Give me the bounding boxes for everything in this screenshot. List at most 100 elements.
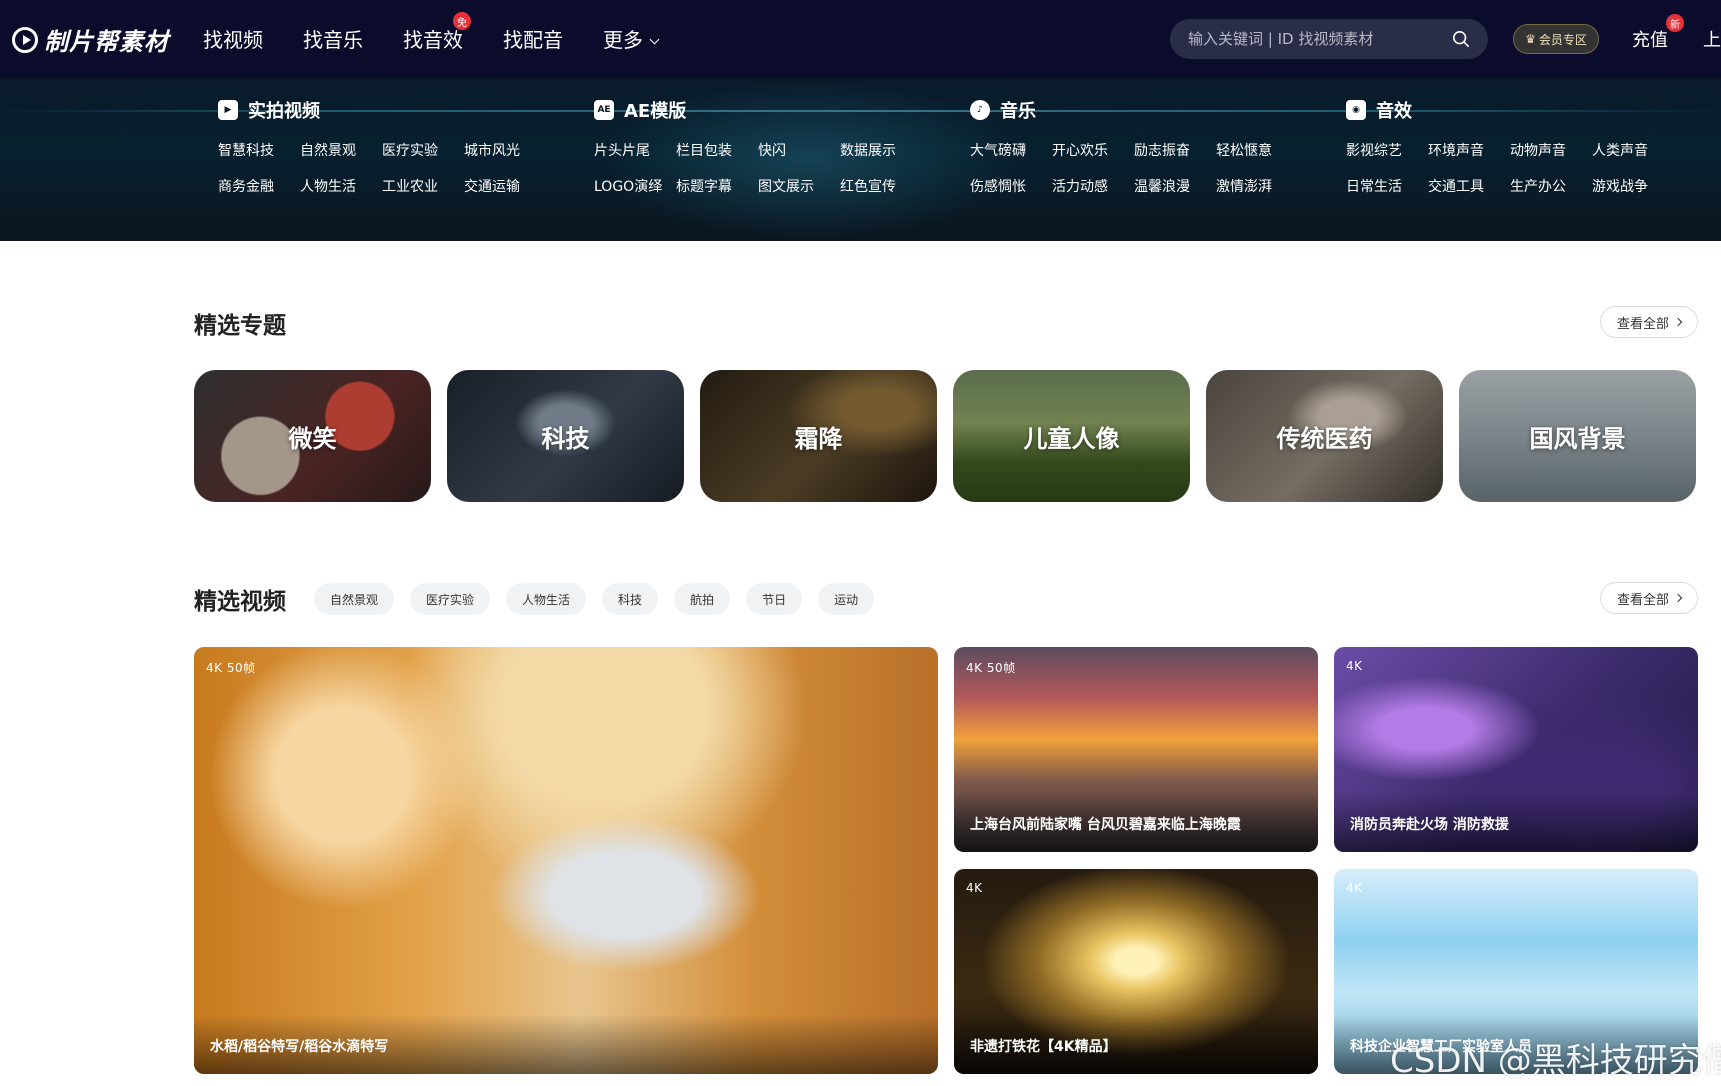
mega-col-title-text: 音效 bbox=[1376, 101, 1412, 122]
topic-card[interactable]: 微笑 bbox=[194, 370, 431, 502]
mega-col-title[interactable]: ▶ 实拍视频 bbox=[218, 96, 546, 124]
filter-tag[interactable]: 人物生活 bbox=[506, 583, 587, 615]
topic-label: 儿童人像 bbox=[1023, 424, 1120, 453]
topic-card[interactable]: 传统医药 bbox=[1206, 370, 1443, 502]
mega-link[interactable]: 游戏战争 bbox=[1592, 176, 1674, 196]
mega-link[interactable]: 人物生活 bbox=[300, 176, 382, 196]
mega-link[interactable]: 活力动感 bbox=[1052, 176, 1134, 196]
filter-tag[interactable]: 自然景观 bbox=[314, 583, 395, 615]
mega-link[interactable]: 影视综艺 bbox=[1346, 140, 1428, 160]
mega-link[interactable]: 红色宣传 bbox=[840, 176, 922, 196]
topic-card[interactable]: 国风背景 bbox=[1459, 370, 1696, 502]
top-navbar: 制片帮素材 找视频 找音乐 找音效免 找配音 更多 ♛ 会员专区 充值 新 上 bbox=[0, 0, 1721, 78]
search-input[interactable] bbox=[1188, 30, 1438, 48]
watermark-text: CSDN @黑科技研究僧 bbox=[1390, 1041, 1721, 1081]
mega-link[interactable]: 大气磅礴 bbox=[970, 140, 1052, 160]
vip-zone-button[interactable]: ♛ 会员专区 bbox=[1513, 24, 1599, 54]
nav-item-more[interactable]: 更多 bbox=[603, 24, 660, 53]
mega-link[interactable]: 励志振奋 bbox=[1134, 140, 1216, 160]
mega-link[interactable]: 温馨浪漫 bbox=[1134, 176, 1216, 196]
crown-icon: ♛ bbox=[1525, 32, 1536, 46]
video-icon: ▶ bbox=[218, 100, 238, 120]
logo-play-icon bbox=[12, 26, 38, 53]
nav-item-video[interactable]: 找视频 bbox=[203, 24, 263, 53]
mega-link[interactable]: 自然景观 bbox=[300, 140, 382, 160]
video-card[interactable]: 4K 非遗打铁花【4K精品】 bbox=[954, 869, 1318, 1074]
mega-link[interactable]: 城市风光 bbox=[464, 140, 546, 160]
resolution-badge: 4K 50帧 bbox=[206, 661, 256, 675]
mega-col-ae-templates: AE AE模版 片头片尾 栏目包装 快闪 数据展示 LOGO演绎 标题字幕 图文… bbox=[594, 96, 922, 196]
resolution-badge: 4K 50帧 bbox=[966, 661, 1016, 675]
filter-tag[interactable]: 节日 bbox=[746, 583, 803, 615]
filter-tag[interactable]: 医疗实验 bbox=[410, 583, 491, 615]
video-filter-tags: 自然景观 医疗实验 人物生活 科技 航拍 节日 运动 bbox=[314, 583, 875, 615]
vip-label: 会员专区 bbox=[1538, 32, 1587, 47]
video-title: 消防员奔赴火场 消防救援 bbox=[1350, 817, 1509, 833]
mega-link[interactable]: 商务金融 bbox=[218, 176, 300, 196]
mega-link[interactable]: 动物声音 bbox=[1510, 140, 1592, 160]
chevron-right-icon bbox=[1673, 317, 1683, 327]
mega-link[interactable]: 日常生活 bbox=[1346, 176, 1428, 196]
featured-videos-title: 精选视频 bbox=[194, 589, 286, 615]
free-badge: 免 bbox=[453, 12, 471, 30]
topic-card[interactable]: 儿童人像 bbox=[953, 370, 1190, 502]
video-title: 非遗打铁花【4K精品】 bbox=[970, 1039, 1117, 1055]
site-logo[interactable]: 制片帮素材 bbox=[12, 22, 169, 57]
mega-col-title-text: AE模版 bbox=[624, 101, 687, 122]
video-title: 上海台风前陆家嘴 台风贝碧嘉来临上海晚霞 bbox=[970, 817, 1241, 833]
filter-tag[interactable]: 航拍 bbox=[674, 583, 731, 615]
nav-label: 找配音 bbox=[503, 28, 563, 52]
mega-col-sound-effects: ◉ 音效 影视综艺 环境声音 动物声音 人类声音 日常生活 交通工具 生产办公 … bbox=[1346, 96, 1674, 196]
mega-link[interactable]: 交通工具 bbox=[1428, 176, 1510, 196]
video-title: 水稻/稻谷特写/稻谷水滴特写 bbox=[210, 1039, 389, 1055]
mega-link[interactable]: 生产办公 bbox=[1510, 176, 1592, 196]
resolution-badge: 4K bbox=[1346, 659, 1363, 673]
mega-col-title[interactable]: AE AE模版 bbox=[594, 96, 922, 124]
upload-link[interactable]: 上 bbox=[1703, 26, 1721, 52]
filter-tag[interactable]: 科技 bbox=[602, 583, 659, 615]
nav-label: 找音乐 bbox=[303, 28, 363, 52]
topic-card[interactable]: 科技 bbox=[447, 370, 684, 502]
nav-item-voiceover[interactable]: 找配音 bbox=[503, 24, 563, 53]
mega-link[interactable]: 工业农业 bbox=[382, 176, 464, 196]
recharge-label: 充值 bbox=[1632, 30, 1668, 51]
mega-link[interactable]: 标题字幕 bbox=[676, 176, 758, 196]
mega-link[interactable]: 片头片尾 bbox=[594, 140, 676, 160]
mega-col-live-video: ▶ 实拍视频 智慧科技 自然景观 医疗实验 城市风光 商务金融 人物生活 工业农… bbox=[218, 96, 546, 196]
mega-col-title-text: 音乐 bbox=[1000, 101, 1036, 122]
topic-list: 微笑 科技 霜降 儿童人像 传统医药 国风背景 bbox=[194, 370, 1696, 502]
mega-link[interactable]: 开心欢乐 bbox=[1052, 140, 1134, 160]
topic-label: 霜降 bbox=[794, 424, 843, 453]
mega-col-title[interactable]: ♪ 音乐 bbox=[970, 96, 1298, 124]
mega-link[interactable]: 交通运输 bbox=[464, 176, 546, 196]
view-all-label: 查看全部 bbox=[1616, 316, 1669, 332]
logo-text: 制片帮素材 bbox=[44, 28, 169, 56]
mega-link[interactable]: 栏目包装 bbox=[676, 140, 758, 160]
mega-link[interactable]: 伤感惆怅 bbox=[970, 176, 1052, 196]
mega-link[interactable]: 快闪 bbox=[758, 140, 840, 160]
filter-tag[interactable]: 运动 bbox=[818, 583, 875, 615]
mega-col-title-text: 实拍视频 bbox=[248, 101, 320, 122]
topics-view-all-button[interactable]: 查看全部 bbox=[1600, 306, 1698, 338]
nav-item-music[interactable]: 找音乐 bbox=[303, 24, 363, 53]
topic-label: 科技 bbox=[541, 424, 590, 453]
mega-link[interactable]: 激情澎湃 bbox=[1216, 176, 1298, 196]
search-icon[interactable] bbox=[1452, 30, 1470, 48]
mega-link[interactable]: LOGO演绎 bbox=[594, 176, 676, 196]
mega-link[interactable]: 轻松惬意 bbox=[1216, 140, 1298, 160]
mega-link[interactable]: 智慧科技 bbox=[218, 140, 300, 160]
nav-item-sound-effects[interactable]: 找音效免 bbox=[403, 12, 471, 53]
videos-view-all-button[interactable]: 查看全部 bbox=[1600, 582, 1698, 614]
video-card[interactable]: 4K 消防员奔赴火场 消防救援 bbox=[1334, 647, 1698, 852]
video-card[interactable]: 4K 50帧 上海台风前陆家嘴 台风贝碧嘉来临上海晚霞 bbox=[954, 647, 1318, 852]
page: 制片帮素材 找视频 找音乐 找音效免 找配音 更多 ♛ 会员专区 充值 新 上 … bbox=[0, 0, 1721, 1086]
topic-card[interactable]: 霜降 bbox=[700, 370, 937, 502]
recharge-link[interactable]: 充值 新 bbox=[1632, 14, 1684, 52]
mega-link[interactable]: 环境声音 bbox=[1428, 140, 1510, 160]
mega-link[interactable]: 图文展示 bbox=[758, 176, 840, 196]
mega-link[interactable]: 人类声音 bbox=[1592, 140, 1674, 160]
video-card[interactable]: 4K 50帧 水稻/稻谷特写/稻谷水滴特写 bbox=[194, 647, 938, 1074]
mega-link[interactable]: 数据展示 bbox=[840, 140, 922, 160]
mega-col-title[interactable]: ◉ 音效 bbox=[1346, 96, 1674, 124]
mega-link[interactable]: 医疗实验 bbox=[382, 140, 464, 160]
